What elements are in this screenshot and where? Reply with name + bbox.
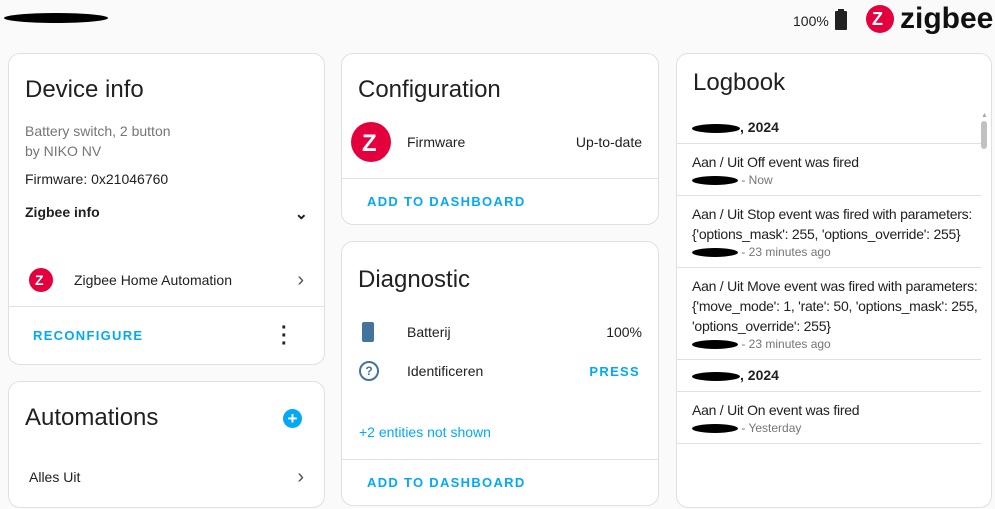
chevron-right-icon: › (297, 466, 304, 488)
logbook-card: Logbook , 2024 Aan / Uit Off event was f… (676, 53, 992, 508)
battery-icon (834, 9, 847, 30)
firmware-entity-row[interactable]: Z Firmware Up-to-date (351, 122, 642, 162)
reconfigure-button[interactable]: RECONFIGURE (33, 328, 143, 343)
logbook-scrollbar[interactable]: ▲ (981, 112, 988, 492)
log-entry: Aan / Uit Move event was fired with para… (677, 268, 981, 360)
zha-logo-icon: Z (29, 268, 53, 292)
zigbee-logo-icon: Z (866, 5, 894, 33)
automation-item[interactable]: Alles Uit › (29, 466, 304, 488)
log-entry: Aan / Uit On event was fired - Yesterday (677, 392, 981, 444)
log-day-header: , 2024 (677, 360, 981, 392)
add-automation-button[interactable]: + (283, 409, 302, 428)
chevron-down-icon: ⌄ (294, 206, 308, 223)
press-button[interactable]: PRESS (589, 364, 640, 379)
integration-link[interactable]: Z Zigbee Home Automation › (29, 268, 304, 292)
battery-status: 100% (793, 9, 847, 30)
diagnostic-card: Diagnostic Batterij 100% ? Identificeren… (341, 241, 659, 506)
more-options-icon[interactable]: · · · (281, 318, 288, 354)
log-day-header: , 2024 (677, 112, 981, 144)
breadcrumb-redacted[interactable] (4, 13, 108, 23)
battery-entity-row[interactable]: Batterij 100% (362, 322, 642, 342)
identify-crosshairs-icon: ? (359, 361, 379, 381)
log-entry: Aan / Uit Off event was fired - Now (677, 144, 981, 196)
logbook-list[interactable]: , 2024 Aan / Uit Off event was fired - N… (677, 112, 981, 444)
chevron-right-icon: › (297, 268, 304, 291)
zigbee-logo: Z zigbee (866, 4, 993, 34)
automations-card: Automations + Alles Uit › (8, 381, 325, 508)
zigbee-firmware-icon: Z (351, 122, 391, 162)
log-entry: Aan / Uit Stop event was fired with para… (677, 196, 981, 268)
device-info-title: Device info (25, 76, 144, 103)
zigbee-info-expander[interactable]: Zigbee info ⌄ (25, 204, 308, 224)
device-info-card: Device info Battery switch, 2 button by … (8, 53, 325, 365)
configuration-card: Configuration Z Firmware Up-to-date ADD … (341, 53, 659, 225)
add-to-dashboard-button[interactable]: ADD TO DASHBOARD (367, 475, 526, 490)
add-to-dashboard-button[interactable]: ADD TO DASHBOARD (367, 194, 526, 209)
hidden-entities-link[interactable]: +2 entities not shown (359, 424, 491, 440)
identify-entity-row: ? Identificeren PRESS (359, 361, 640, 381)
battery-icon (362, 322, 374, 342)
